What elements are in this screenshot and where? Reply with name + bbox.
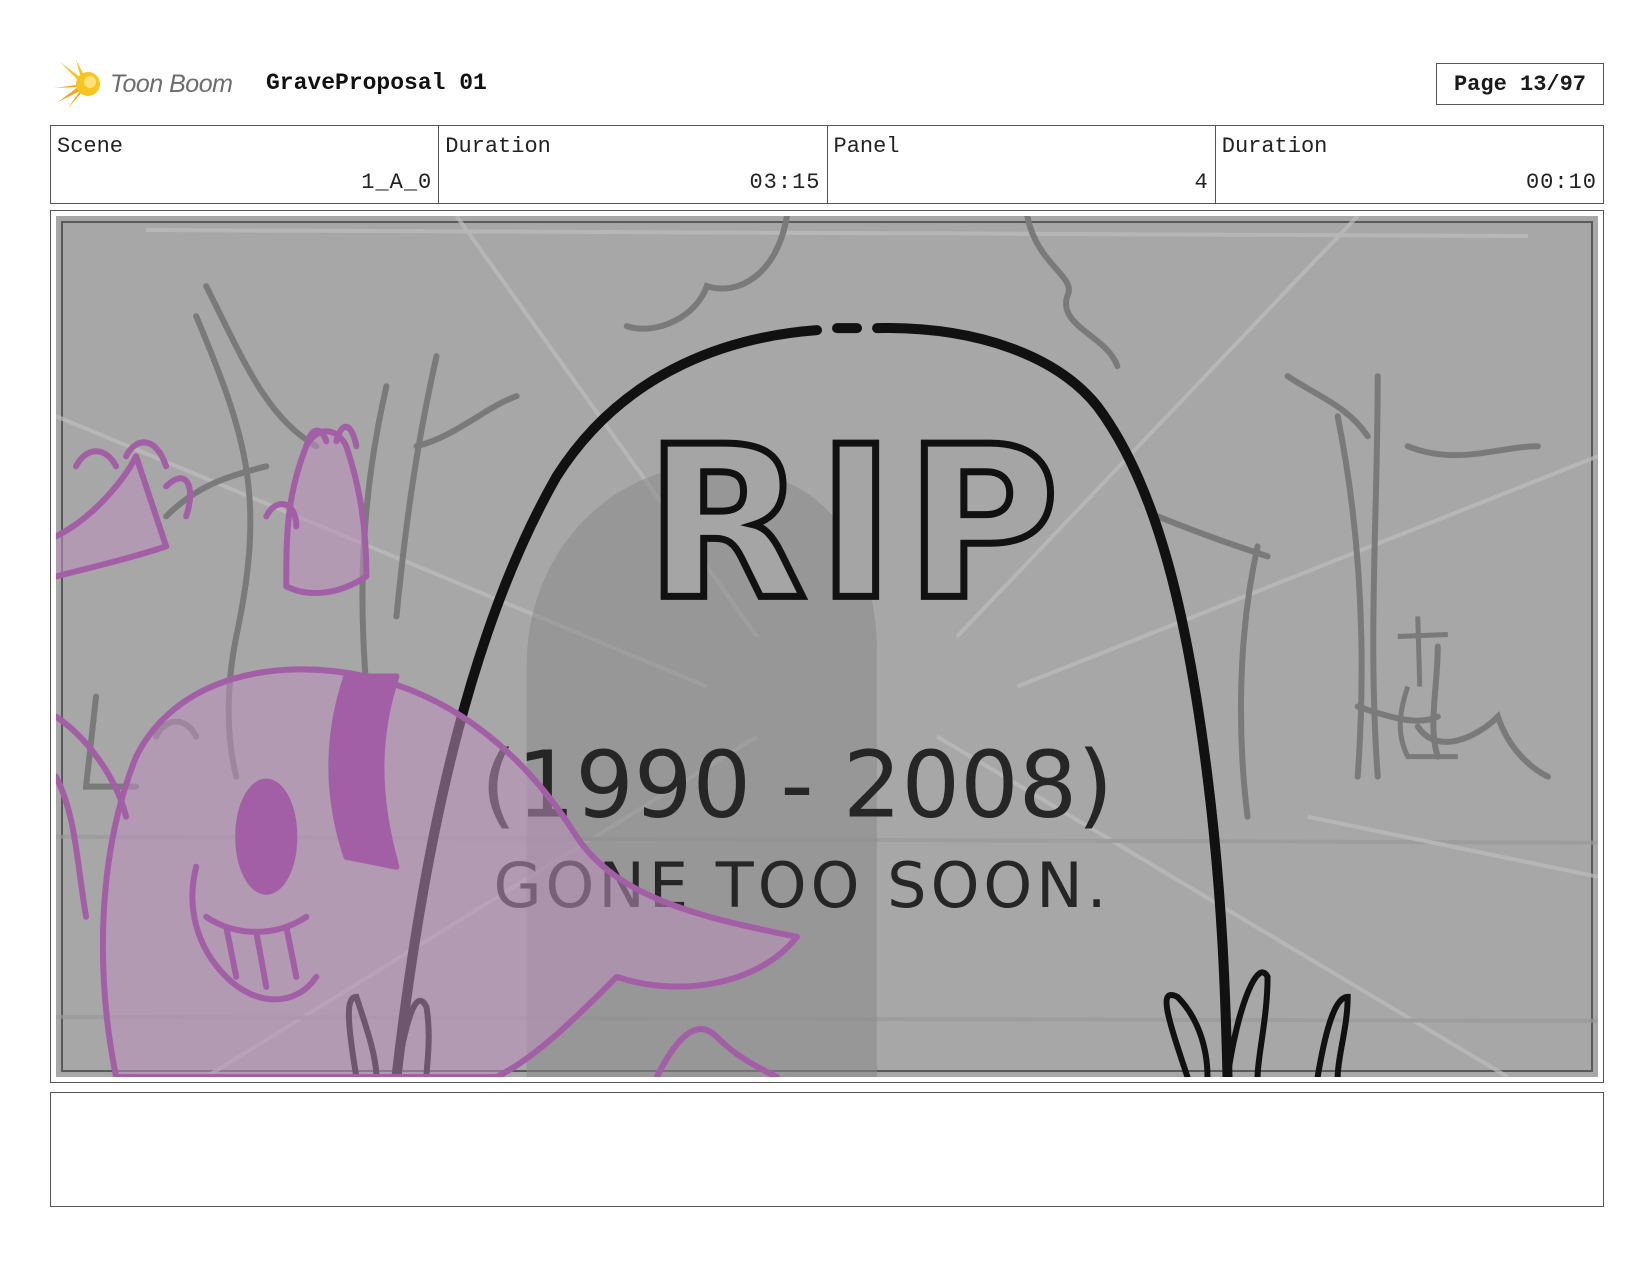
tombstone-dates: (1990 - 2008) — [481, 732, 1114, 839]
panel-label: Panel — [833, 134, 900, 159]
panel-cell: Panel 4 — [828, 126, 1216, 203]
starburst-icon — [54, 60, 100, 108]
panel-duration-label: Duration — [1221, 134, 1328, 159]
scene-info-table: Scene 1_A_0 Duration 03:15 Panel 4 Durat… — [50, 125, 1604, 204]
panel-value: 4 — [1194, 170, 1209, 195]
tombstone-rip: RIP — [645, 401, 1069, 646]
scene-duration-label: Duration — [445, 134, 551, 159]
panel-notes — [50, 1092, 1604, 1207]
project-title: GraveProposal 01 — [266, 70, 487, 96]
page-indicator: Page 13/97 — [1436, 63, 1604, 105]
storyboard-header: Toon Boom GraveProposal 01 Page 13/97 — [50, 56, 1604, 108]
toon-boom-logo: Toon Boom — [54, 60, 254, 108]
scene-duration-value: 03:15 — [749, 170, 821, 195]
panel-drawing: RIP (1990 - 2008) GONE TOO SOON. — [56, 216, 1598, 1077]
storyboard-panel: RIP (1990 - 2008) GONE TOO SOON. — [50, 210, 1604, 1083]
scene-label: Scene — [57, 134, 124, 159]
scene-duration-cell: Duration 03:15 — [439, 126, 828, 203]
panel-duration-value: 00:10 — [1525, 170, 1597, 195]
panel-duration-cell: Duration 00:10 — [1216, 126, 1603, 203]
logo-wordmark: Toon Boom — [110, 70, 233, 98]
scene-value: 1_A_0 — [361, 170, 433, 195]
scene-cell: Scene 1_A_0 — [51, 126, 440, 203]
